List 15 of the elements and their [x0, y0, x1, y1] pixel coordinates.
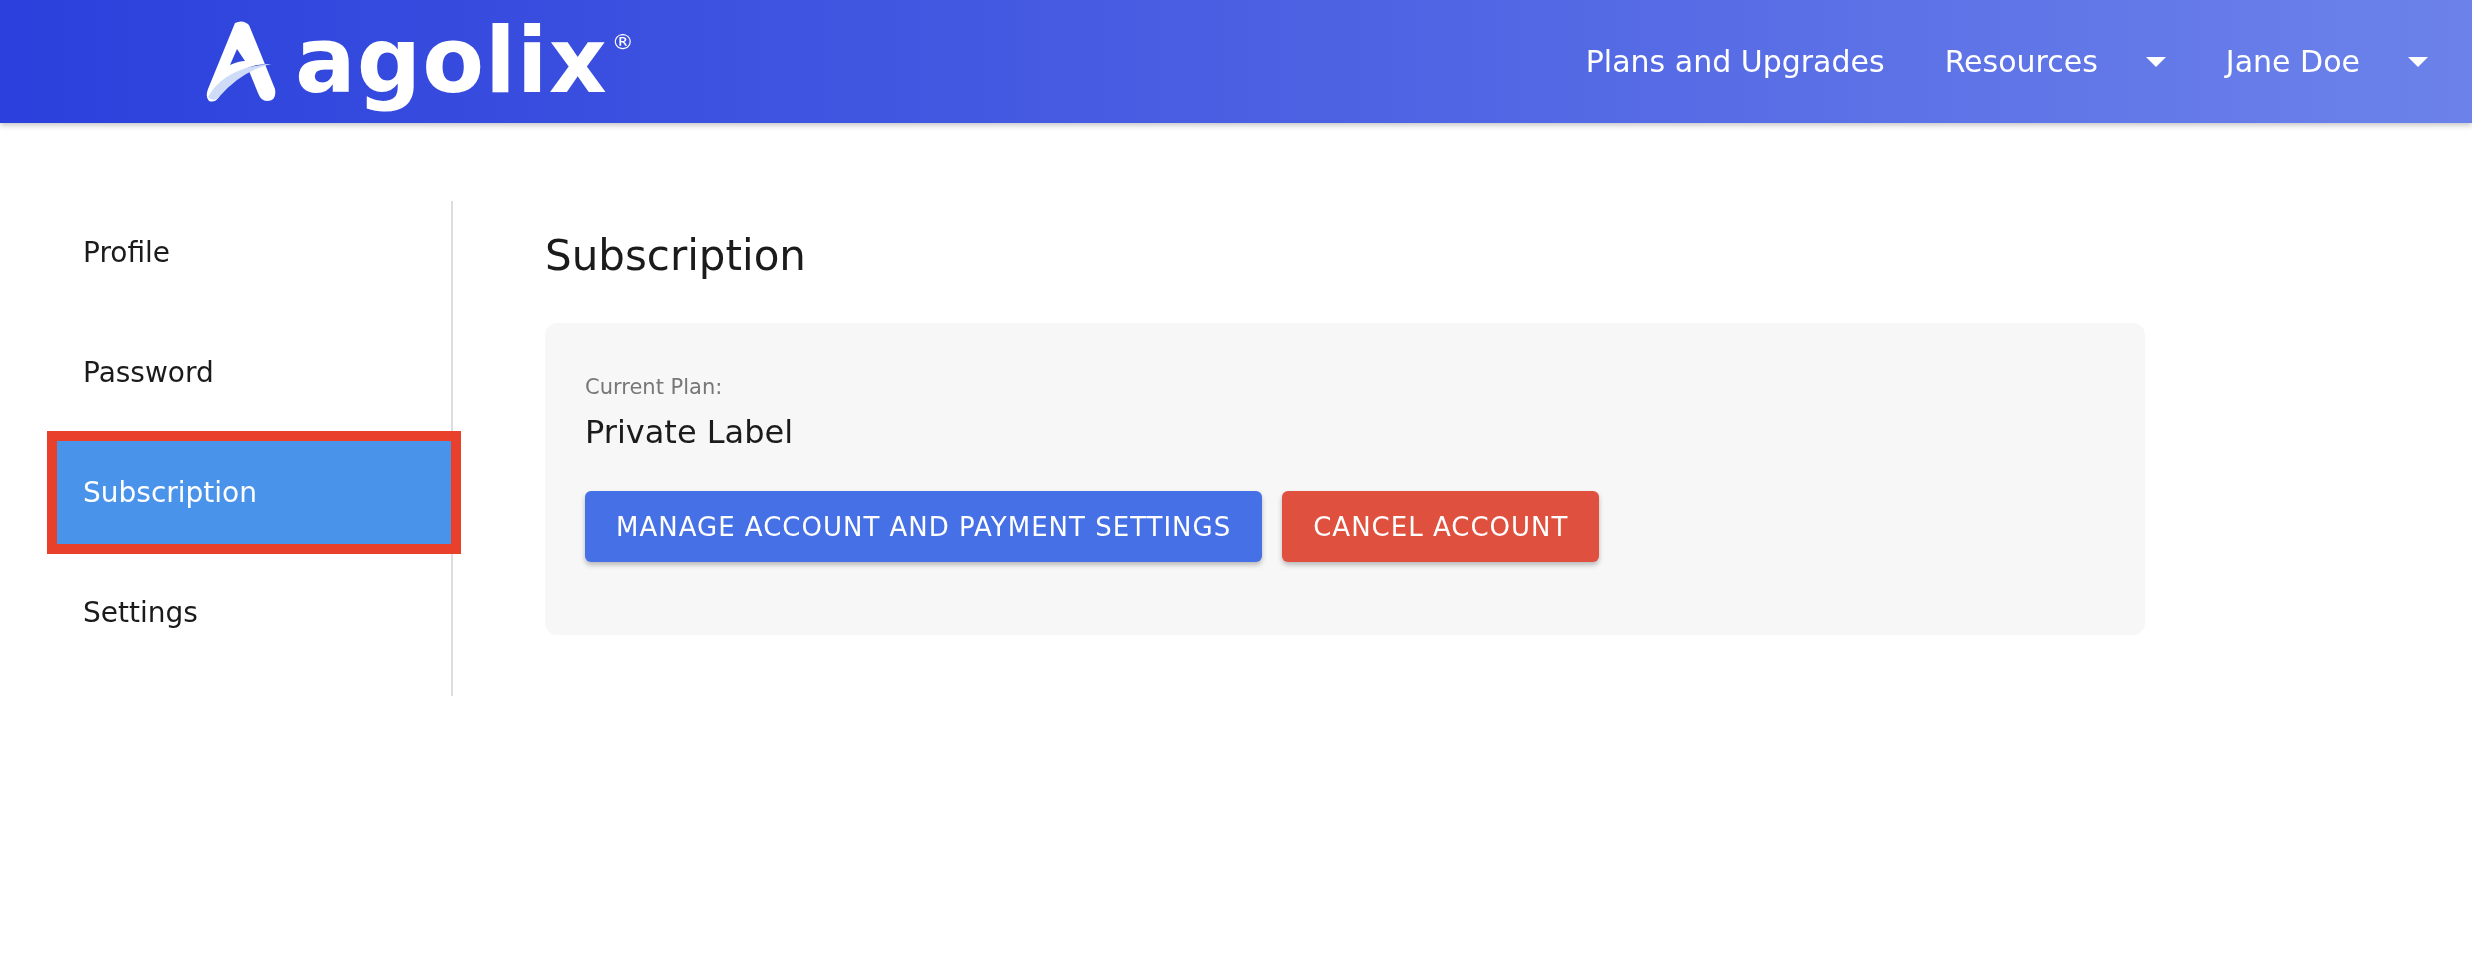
caret-icon[interactable]: [2145, 56, 2166, 67]
nav-link[interactable]: Plans and Upgrades: [1585, 44, 1885, 79]
page-title: Subscription: [545, 230, 807, 282]
manage-account-button[interactable]: MANAGE ACCOUNT AND PAYMENT SETTINGS: [585, 491, 1263, 562]
registered-mark: ®: [611, 28, 634, 54]
sidebar-item[interactable]: Profile: [57, 201, 451, 304]
plan-name: Private Label: [585, 413, 795, 451]
sidebar-item[interactable]: Settings: [57, 561, 451, 664]
sidebar-item[interactable]: Password: [57, 321, 451, 424]
plan-label: Current Plan:: [585, 375, 724, 399]
nav-link[interactable]: Resources: [1944, 44, 2098, 79]
logo-text[interactable]: agolix: [295, 5, 608, 118]
nav-link[interactable]: Jane Doe: [2225, 44, 2360, 79]
caret-icon[interactable]: [2408, 56, 2428, 67]
cancel-account-button[interactable]: CANCEL ACCOUNT: [1282, 491, 1600, 562]
